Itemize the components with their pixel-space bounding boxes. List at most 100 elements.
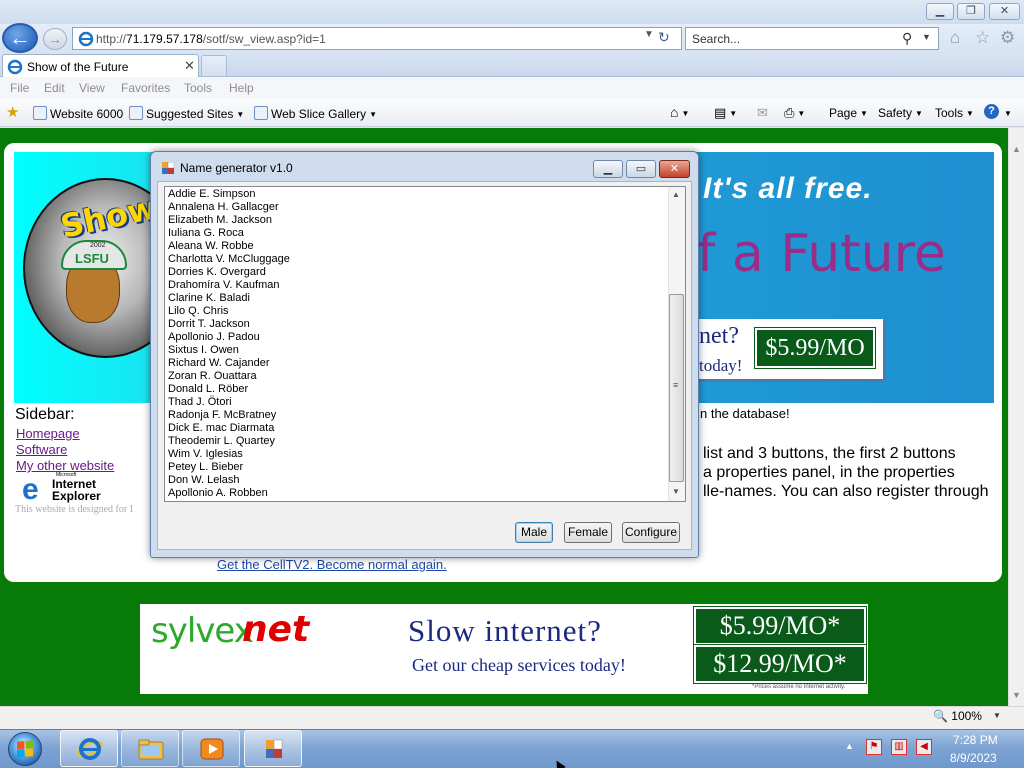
help-dropdown-icon[interactable]: ▼: [1001, 106, 1012, 120]
taskbar-internet-explorer[interactable]: [60, 730, 118, 767]
clock-date[interactable]: 8/9/2023: [950, 751, 997, 765]
scroll-down-icon[interactable]: ▼: [1012, 690, 1021, 700]
favorites-star-icon[interactable]: ☆: [975, 28, 990, 48]
feeds-icon[interactable]: ▤ ▼: [714, 105, 737, 121]
ie-tab-icon: [7, 59, 23, 75]
list-item[interactable]: Addie E. Simpson: [168, 188, 663, 201]
page-menu[interactable]: Page ▼: [829, 106, 868, 120]
page-icon: [129, 106, 143, 120]
celltv-link[interactable]: Get the CellTV2. Become normal again.: [217, 557, 447, 572]
list-item[interactable]: Petey L. Bieber: [168, 461, 663, 474]
sidebar-link-homepage[interactable]: Homepage: [16, 426, 80, 441]
list-item[interactable]: Annalena H. Gallacger: [168, 201, 663, 214]
start-button[interactable]: [3, 729, 49, 768]
fav-web-slice-gallery[interactable]: Web Slice Gallery ▼: [254, 106, 377, 121]
list-item[interactable]: Lilo Q. Chris: [168, 305, 663, 318]
list-scroll-up-icon[interactable]: ▲: [672, 190, 680, 199]
list-item[interactable]: Dorries K. Overgard: [168, 266, 663, 279]
list-item[interactable]: Don W. Lelash: [168, 474, 663, 487]
list-item[interactable]: Elizabeth M. Jackson: [168, 214, 663, 227]
menu-view[interactable]: View: [79, 81, 105, 95]
menu-favorites[interactable]: Favorites: [121, 81, 170, 95]
tab-close-icon[interactable]: ✕: [184, 58, 195, 74]
fav-suggested-sites[interactable]: Suggested Sites ▼: [129, 106, 244, 121]
refresh-icon[interactable]: ↻: [658, 29, 670, 46]
window-close-button[interactable]: ✕: [659, 160, 690, 178]
list-item[interactable]: Radonja F. McBratney: [168, 409, 663, 422]
list-item[interactable]: Sixtus I. Owen: [168, 344, 663, 357]
mail-icon[interactable]: ✉: [757, 105, 768, 121]
list-item[interactable]: Apollonio A. Robben: [168, 487, 663, 500]
help-icon[interactable]: ?: [984, 104, 999, 119]
taskbar-media-player[interactable]: [182, 730, 240, 767]
safety-menu[interactable]: Safety ▼: [878, 106, 923, 120]
logo-cap-text: LSFU: [75, 251, 109, 266]
forward-button[interactable]: →: [43, 28, 67, 50]
search-input[interactable]: Search... ⚲ ▼: [685, 27, 939, 50]
list-item[interactable]: Dick E. mac Diarmata: [168, 422, 663, 435]
menu-file[interactable]: File: [10, 81, 29, 95]
folder-icon: [138, 739, 164, 760]
configure-button[interactable]: Configure: [622, 522, 680, 543]
address-dropdown-icon[interactable]: ▼: [644, 29, 654, 40]
favorites-add-icon[interactable]: ★: [6, 103, 19, 121]
close-button[interactable]: ✕: [989, 3, 1020, 20]
tagline-future: f a Future: [697, 224, 946, 284]
ad-fine-print: *Prices assume no Internet activity.: [752, 684, 846, 690]
minimize-button[interactable]: ▁: [926, 3, 954, 20]
banner-ad-headline: net?: [699, 323, 739, 349]
list-item[interactable]: Thad J. Ötori: [168, 396, 663, 409]
ie-logo-icon: e: [22, 473, 39, 506]
list-item[interactable]: Charlotta V. McCluggage: [168, 253, 663, 266]
search-icon[interactable]: ⚲: [902, 30, 912, 47]
list-item[interactable]: Donald L. Röber: [168, 383, 663, 396]
print-icon[interactable]: ⎙ ▼: [784, 105, 805, 121]
internet-explorer-icon: [77, 738, 103, 760]
show-hidden-icons[interactable]: ▲: [845, 741, 854, 751]
volume-icon[interactable]: ◀: [916, 739, 932, 755]
window-maximize-button[interactable]: ▭: [626, 160, 656, 178]
sidebar-link-other-website[interactable]: My other website: [16, 458, 114, 473]
list-item[interactable]: Aleana W. Robbe: [168, 240, 663, 253]
list-item[interactable]: Theodemir L. Quartey: [168, 435, 663, 448]
tools-menu[interactable]: Tools ▼: [935, 106, 974, 120]
network-icon[interactable]: ▥: [891, 739, 907, 755]
menu-help[interactable]: Help: [229, 81, 254, 95]
menu-edit[interactable]: Edit: [44, 81, 65, 95]
zoom-level[interactable]: 🔍 100%: [933, 709, 982, 723]
list-item[interactable]: Dorrit T. Jackson: [168, 318, 663, 331]
new-tab-button[interactable]: [201, 55, 227, 76]
action-center-icon[interactable]: ⚑: [866, 739, 882, 755]
list-item[interactable]: Zoran R. Ouattara: [168, 370, 663, 383]
female-button[interactable]: Female: [564, 522, 612, 543]
list-item[interactable]: Clarine K. Baladi: [168, 292, 663, 305]
list-item[interactable]: Richard W. Cajander: [168, 357, 663, 370]
zoom-dropdown-icon[interactable]: ▼: [993, 711, 1001, 720]
home-icon[interactable]: ⌂: [950, 28, 960, 48]
window-minimize-button[interactable]: ▁: [593, 160, 623, 178]
tab-show-of-the-future[interactable]: Show of the Future ✕: [2, 54, 199, 78]
taskbar-name-generator[interactable]: [244, 730, 302, 767]
scroll-up-icon[interactable]: ▲: [1012, 144, 1021, 154]
banner-ad-subline: today!: [699, 356, 743, 375]
app-icon: [162, 162, 174, 174]
male-button[interactable]: Male: [515, 522, 553, 543]
back-button[interactable]: ←: [2, 23, 38, 53]
list-item[interactable]: Iuliana G. Roca: [168, 227, 663, 240]
restore-button[interactable]: ❐: [957, 3, 985, 20]
list-item[interactable]: Apollonio J. Padou: [168, 331, 663, 344]
home-cmd-icon[interactable]: ⌂ ▼: [670, 104, 689, 120]
taskbar-explorer[interactable]: [121, 730, 179, 767]
search-dropdown-icon[interactable]: ▼: [922, 32, 931, 42]
address-bar[interactable]: http://71.179.57.178/sotf/sw_view.asp?id…: [72, 27, 682, 50]
clock-time[interactable]: 7:28 PM: [953, 733, 998, 747]
sidebar-link-software[interactable]: Software: [16, 442, 67, 457]
fav-website-6000[interactable]: Website 6000: [33, 106, 123, 121]
list-item[interactable]: Wim V. Iglesias: [168, 448, 663, 461]
list-item[interactable]: Drahomíra V. Kaufman: [168, 279, 663, 292]
page-scrollbar[interactable]: ▲ ▼: [1008, 128, 1024, 706]
ie-badge[interactable]: e Microsoft Internet Explorer: [22, 472, 102, 506]
list-scroll-down-icon[interactable]: ▼: [672, 487, 680, 496]
gear-icon[interactable]: ⚙: [1000, 28, 1015, 48]
menu-tools[interactable]: Tools: [184, 81, 212, 95]
